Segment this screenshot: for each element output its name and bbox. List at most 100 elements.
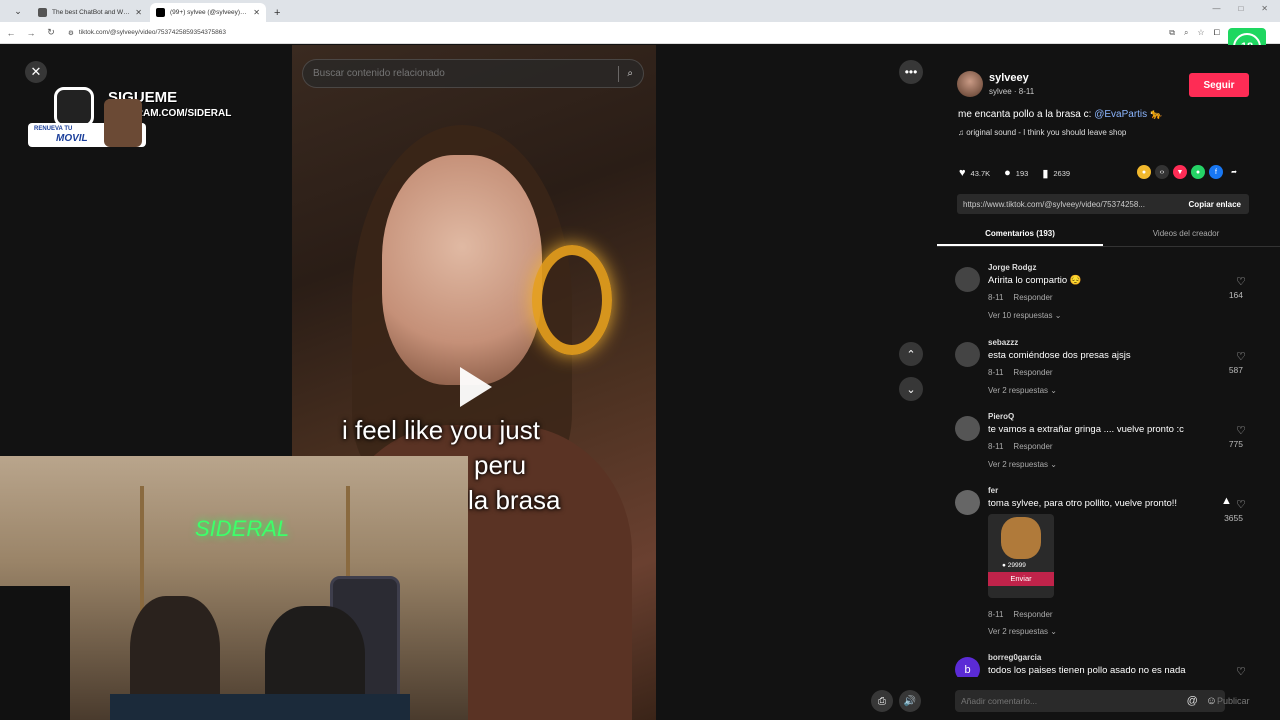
comment-heart-icon[interactable]: ♡ <box>1236 424 1246 437</box>
commenter-name[interactable]: Jorge Rodgz <box>988 263 1036 272</box>
commenter-avatar[interactable] <box>955 267 980 292</box>
video-subject-face <box>382 155 542 385</box>
forward-icon[interactable]: → <box>22 28 40 38</box>
tab-search-menu-icon[interactable]: ⌄ <box>10 3 26 19</box>
volume-icon[interactable]: 🔊 <box>899 690 921 712</box>
save-action[interactable]: ▮ 2639 <box>1042 167 1070 180</box>
new-tab-icon[interactable]: + <box>274 7 280 19</box>
reply-button[interactable]: Responder <box>1013 442 1052 451</box>
comment-meta: 8-11 Responder <box>988 368 1053 377</box>
commenter-name[interactable]: borreg0garcia <box>988 653 1041 662</box>
tab-close-icon[interactable]: ✕ <box>253 8 260 17</box>
view-replies-button[interactable]: Ver 2 respuestas ⌄ <box>988 386 1057 395</box>
commenter-avatar[interactable] <box>955 490 980 515</box>
panel-tabs: Comentarios (193) Videos del creador <box>937 225 1280 247</box>
music-note-icon: ♫ <box>958 128 964 137</box>
send-to-friend-icon[interactable]: ▼ <box>1173 165 1187 179</box>
copy-link-button[interactable]: Copiar enlace <box>1181 200 1249 209</box>
follow-button[interactable]: Seguir <box>1189 73 1249 97</box>
movil-text: MOVIL <box>56 133 88 144</box>
search-icon[interactable]: ⌕ <box>627 68 633 79</box>
share-link-url[interactable]: https://www.tiktok.com/@sylveey/video/75… <box>957 200 1181 209</box>
sound-row[interactable]: ♫ original sound - I think you should le… <box>958 128 1126 137</box>
webcam-screen <box>110 694 410 720</box>
zoom-icon[interactable]: ⌕ <box>1184 28 1188 38</box>
publish-button[interactable]: Publicar <box>1217 696 1250 706</box>
comment-text: esta comiéndose dos presas ajsjs <box>988 350 1131 361</box>
install-app-icon[interactable]: ⧉ <box>1169 28 1175 38</box>
comment-action[interactable]: ● 193 <box>1004 167 1028 179</box>
site-info-icon[interactable]: ⚙ <box>68 29 74 37</box>
emoji-icon[interactable]: ☺ <box>1206 695 1217 707</box>
comment-like-count: 3655 <box>1224 513 1243 523</box>
comment-input-box: @ ☺ <box>955 690 1225 712</box>
view-replies-button[interactable]: Ver 2 respuestas ⌄ <box>988 460 1057 469</box>
report-icon[interactable]: ⎙ <box>871 690 893 712</box>
promo-handle: GRAM.COM/SIDERAL <box>128 108 232 119</box>
commenter-avatar[interactable]: b <box>955 657 980 677</box>
minimize-icon[interactable]: — <box>1212 4 1220 13</box>
play-icon[interactable] <box>460 367 492 407</box>
extensions-icon[interactable]: ⧠ <box>1214 28 1220 38</box>
video-caption-line2: peru <box>474 450 527 480</box>
commenter-name[interactable]: fer <box>988 486 998 495</box>
share-arrow-icon[interactable]: ➦ <box>1227 165 1241 179</box>
address-bar[interactable]: ⚙ tiktok.com/@sylveey/video/753742585935… <box>68 25 1169 41</box>
tab-comments[interactable]: Comentarios (193) <box>937 225 1103 246</box>
commenter-name[interactable]: sebazzz <box>988 338 1018 347</box>
webcam-neon-logo: SIDERAL <box>195 516 290 541</box>
mention-at-icon[interactable]: @ <box>1187 695 1198 707</box>
tab-favicon-icon <box>38 8 47 17</box>
video-description: me encanta pollo a la brasa c: @EvaParti… <box>958 109 1162 120</box>
commenter-name[interactable]: PieroQ <box>988 412 1014 421</box>
comment-date: 8-11 <box>988 293 1004 302</box>
reload-icon[interactable]: ↻ <box>42 27 60 38</box>
webcam-monitor <box>0 586 70 720</box>
like-count: 43.7K <box>970 168 991 178</box>
bookmark-star-icon[interactable]: ☆ <box>1197 28 1204 38</box>
comment-heart-icon[interactable]: ♡ <box>1236 498 1246 511</box>
more-options-button[interactable]: ••• <box>899 60 923 84</box>
comment-like-count: 164 <box>1228 290 1243 300</box>
commenter-avatar[interactable] <box>955 416 980 441</box>
maximize-icon[interactable]: □ <box>1238 4 1243 13</box>
view-replies-button[interactable]: Ver 2 respuestas ⌄ <box>988 627 1057 636</box>
comment-input[interactable] <box>961 696 1187 706</box>
author-avatar[interactable] <box>957 71 983 97</box>
reply-button[interactable]: Responder <box>1013 293 1052 302</box>
browser-tab-tiktok[interactable]: (99+) sylvee (@sylveey) | TikTok ✕ <box>150 3 266 22</box>
author-name[interactable]: sylveey <box>989 72 1029 84</box>
comment-like-count: 587 <box>1228 365 1243 375</box>
mention-link[interactable]: @EvaPartis <box>1094 109 1147 120</box>
tab-creator-videos[interactable]: Videos del creador <box>1103 225 1269 246</box>
share-link-row: https://www.tiktok.com/@sylveey/video/75… <box>957 194 1249 214</box>
view-replies-button[interactable]: Ver 10 respuestas ⌄ <box>988 311 1061 320</box>
comment-item: fer toma sylvee, para otro pollito, vuel… <box>955 486 1255 646</box>
whatsapp-icon[interactable]: ● <box>1191 165 1205 179</box>
next-video-button[interactable]: ⌄ <box>899 377 923 401</box>
comment-heart-icon[interactable]: ♡ <box>1236 275 1246 288</box>
tab-close-icon[interactable]: ✕ <box>135 8 142 17</box>
search-divider <box>618 65 620 82</box>
browser-tab-chatbot[interactable]: The best ChatBot and Widgets ✕ <box>32 3 148 22</box>
close-video-button[interactable]: ✕ <box>25 61 47 83</box>
previous-video-button[interactable]: ⌃ <box>899 342 923 366</box>
comment-heart-icon[interactable]: ♡ <box>1236 665 1246 677</box>
commenter-avatar[interactable] <box>955 342 980 367</box>
comment-heart-icon[interactable]: ♡ <box>1236 350 1246 363</box>
window-close-icon[interactable]: ✕ <box>1261 4 1268 13</box>
reply-button[interactable]: Responder <box>1013 610 1052 619</box>
details-panel: sylveey sylvee · 8-11 Seguir me encanta … <box>937 45 1280 720</box>
gift-sticker[interactable]: ● 29999 Enviar <box>988 514 1054 598</box>
like-action[interactable]: ♥ 43.7K <box>959 167 990 179</box>
related-search-input[interactable] <box>313 68 619 79</box>
comment-list: Jorge Rodgz Aririta lo compartio 😔 8-11 R… <box>937 255 1280 677</box>
facebook-icon[interactable]: f <box>1209 165 1223 179</box>
embed-icon[interactable]: ‹› <box>1155 165 1169 179</box>
gift-send-button[interactable]: Enviar <box>988 572 1054 586</box>
comment-text: Aririta lo compartio 😔 <box>988 275 1082 286</box>
heart-icon: ♥ <box>959 167 966 179</box>
coin-share-icon[interactable]: ● <box>1137 165 1151 179</box>
reply-button[interactable]: Responder <box>1013 368 1052 377</box>
back-icon[interactable]: ← <box>2 28 20 38</box>
